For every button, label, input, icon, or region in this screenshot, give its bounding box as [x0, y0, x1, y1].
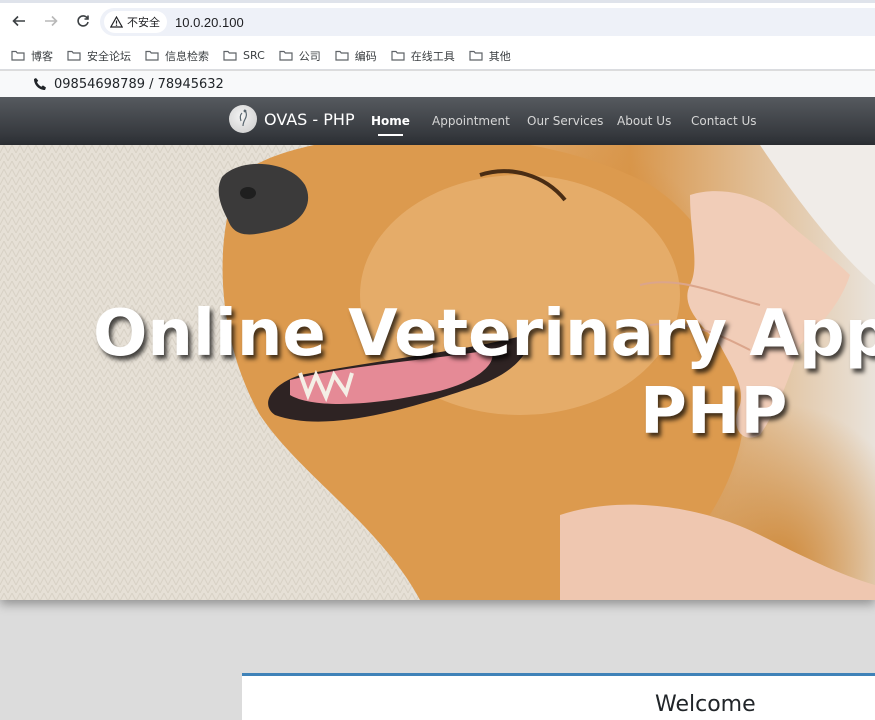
- bookmark-folder[interactable]: 信息检索: [145, 48, 209, 64]
- contact-topbar: 09854698789 / 78945632: [0, 71, 875, 97]
- bookmark-folder[interactable]: SRC: [223, 49, 265, 62]
- reload-icon: [77, 15, 89, 27]
- forward-button[interactable]: [36, 6, 66, 36]
- welcome-title: Welcome: [655, 692, 756, 717]
- folder-icon: [223, 50, 237, 61]
- phone-number: 09854698789 / 78945632: [54, 76, 224, 92]
- phone-icon: [34, 78, 46, 90]
- folder-icon: [11, 50, 25, 61]
- security-chip[interactable]: 不安全: [104, 11, 167, 33]
- folder-icon: [145, 50, 159, 61]
- browser-toolbar: 不安全 10.0.20.100: [0, 0, 875, 42]
- arrow-right-icon: [45, 15, 58, 27]
- folder-icon: [469, 50, 483, 61]
- bookmark-folder[interactable]: 安全论坛: [67, 48, 131, 64]
- hero-title: Online Veterinary Appoint: [93, 297, 875, 371]
- pet-silhouette-icon: [239, 109, 247, 127]
- bookmark-label: 信息检索: [165, 49, 209, 63]
- welcome-card: Welcome: [242, 673, 875, 720]
- bookmark-label: 其他: [488, 49, 511, 63]
- bookmark-label: 公司: [298, 49, 321, 63]
- bookmark-label: 编码: [354, 49, 377, 63]
- folder-icon: [67, 50, 81, 61]
- tabstrip-edge: [0, 0, 875, 3]
- bookmark-label: SRC: [243, 49, 265, 62]
- address-bar[interactable]: 不安全 10.0.20.100: [100, 8, 875, 36]
- bookmark-label: 安全论坛: [87, 49, 131, 63]
- arrow-left-icon: [12, 15, 25, 27]
- hero-banner: Online Veterinary Appoint PHP: [0, 145, 875, 600]
- brand-name: OVAS - PHP: [264, 109, 355, 129]
- hero-dog-illustration: [0, 145, 875, 600]
- folder-icon: [335, 50, 349, 61]
- folder-icon: [391, 50, 405, 61]
- back-button[interactable]: [4, 6, 34, 36]
- bookmarks-bar: 博客 安全论坛 信息检索 SRC 公司 编码 在线工具 其他: [0, 42, 875, 70]
- bookmark-label: 博客: [31, 49, 53, 63]
- bookmark-folder[interactable]: 公司: [279, 48, 321, 64]
- bookmark-folder[interactable]: 博客: [11, 48, 53, 64]
- security-label: 不安全: [127, 16, 160, 29]
- bookmark-folder[interactable]: 编码: [335, 48, 377, 64]
- brand-link[interactable]: OVAS - PHP: [229, 105, 355, 133]
- nav-appointment[interactable]: Appointment: [432, 114, 510, 128]
- bookmark-folder[interactable]: 其他: [469, 48, 511, 64]
- nav-our-services[interactable]: Our Services: [527, 114, 603, 128]
- bookmark-folder[interactable]: 在线工具: [391, 48, 455, 64]
- nav-about-us[interactable]: About Us: [617, 114, 671, 128]
- warning-icon: [110, 16, 123, 28]
- hero-title-line2: PHP: [640, 375, 788, 449]
- nav-home[interactable]: Home: [371, 114, 410, 136]
- url-text[interactable]: 10.0.20.100: [175, 15, 244, 30]
- nav-contact-us[interactable]: Contact Us: [691, 114, 757, 128]
- bookmark-label: 在线工具: [410, 49, 455, 63]
- brand-logo: [229, 105, 257, 133]
- folder-icon: [279, 50, 293, 61]
- main-navbar: OVAS - PHP Home Appointment Our Services…: [0, 97, 875, 145]
- reload-button[interactable]: [68, 6, 98, 36]
